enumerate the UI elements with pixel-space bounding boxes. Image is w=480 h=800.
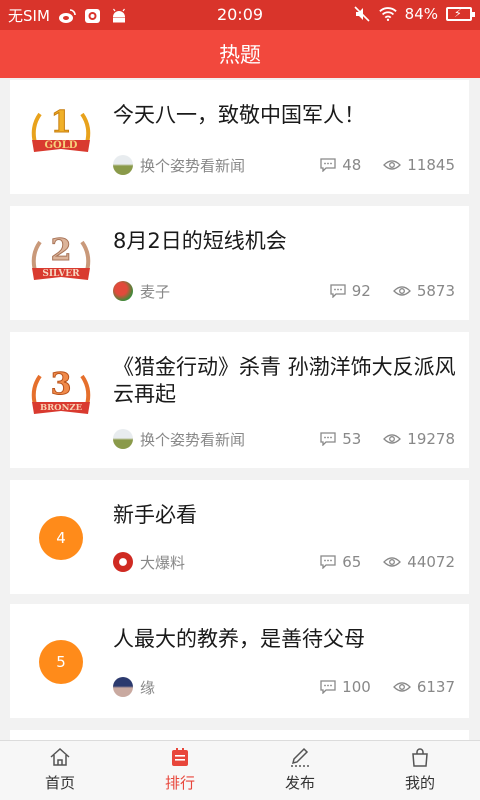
view-count-value: 19278 xyxy=(407,430,455,448)
eye-icon xyxy=(392,682,411,692)
comment-icon xyxy=(320,432,336,446)
tab-label: 发布 xyxy=(284,774,315,792)
comment-count: 92 xyxy=(330,282,371,300)
medal-word: GOLD xyxy=(45,140,78,151)
svg-text:3: 3 xyxy=(51,367,72,402)
comment-count: 100 xyxy=(320,678,371,696)
post-card[interactable]: 5 人最大的教养，是善待父母 缘 100 6137 xyxy=(10,604,469,718)
avatar[interactable] xyxy=(113,552,133,572)
view-count-value: 6137 xyxy=(416,678,455,696)
medal-word: SILVER xyxy=(42,269,80,279)
hot-topic-list[interactable]: 1 GOLD 今天八一，致敬中国军人！ 换个姿势看新闻 48 11845 2 S… xyxy=(0,78,480,740)
view-count: 6137 xyxy=(392,678,455,696)
status-bar: 无SIM 20:09 84% ⚡ xyxy=(0,0,480,30)
post-card[interactable]: 4 新手必看 大爆料 65 44072 xyxy=(10,480,469,594)
author-name[interactable]: 麦子 xyxy=(140,281,308,302)
comment-count-value: 65 xyxy=(342,553,362,571)
gold-medal-icon: 1 GOLD xyxy=(31,105,91,152)
author-name[interactable]: 大爆料 xyxy=(140,552,298,573)
eye-icon xyxy=(383,557,402,567)
view-count-value: 5873 xyxy=(416,282,455,300)
post-title[interactable]: 新手必看 xyxy=(113,502,461,529)
status-right: 84% ⚡ xyxy=(353,5,475,23)
comment-count-value: 92 xyxy=(351,282,371,300)
avatar[interactable] xyxy=(113,677,133,697)
rank-badge: 4 xyxy=(39,516,83,560)
view-count-value: 44072 xyxy=(407,553,455,571)
post-meta: 换个姿势看新闻 53 19278 xyxy=(113,429,455,449)
comment-icon xyxy=(320,555,336,569)
svg-text:2: 2 xyxy=(51,233,72,268)
comment-icon xyxy=(320,158,336,172)
post-meta: 大爆料 65 44072 xyxy=(113,552,455,572)
comment-count-value: 53 xyxy=(342,430,362,448)
eye-icon xyxy=(383,160,402,170)
comment-count: 65 xyxy=(320,553,361,571)
comment-count: 53 xyxy=(320,430,361,448)
tab-label: 首页 xyxy=(44,774,75,792)
eye-icon xyxy=(383,434,402,444)
post-card[interactable] xyxy=(10,730,469,740)
battery-icon: ⚡ xyxy=(446,7,475,21)
author-name[interactable]: 缘 xyxy=(140,677,298,698)
post-title[interactable]: 今天八一，致敬中国军人！ xyxy=(113,102,461,129)
post-title[interactable]: 人最大的教养，是善待父母 xyxy=(113,626,461,653)
title-bar: 热题 xyxy=(0,30,480,78)
avatar[interactable] xyxy=(113,429,133,449)
bag-icon xyxy=(412,748,428,767)
battery-percent: 84% xyxy=(404,5,438,23)
pencil-icon xyxy=(291,747,309,767)
tab-publish[interactable]: 发布 xyxy=(240,741,360,800)
bottom-tab-bar: 首页 排行 发布 我的 xyxy=(0,740,480,800)
author-name[interactable]: 换个姿势看新闻 xyxy=(140,155,298,176)
tab-ranking[interactable]: 排行 xyxy=(120,741,240,800)
post-meta: 麦子 92 5873 xyxy=(113,281,455,301)
view-count: 5873 xyxy=(392,282,455,300)
post-meta: 换个姿势看新闻 48 11845 xyxy=(113,155,455,175)
comment-icon xyxy=(320,680,336,694)
author-name[interactable]: 换个姿势看新闻 xyxy=(140,429,298,450)
ranking-icon xyxy=(172,748,188,766)
avatar[interactable] xyxy=(113,155,133,175)
silver-medal-icon: 2 SILVER xyxy=(31,233,91,280)
bronze-medal-icon: 3 BRONZE xyxy=(31,367,91,414)
post-card[interactable]: 3 BRONZE 《猎金行动》杀青 孙渤洋饰大反派风云再起 换个姿势看新闻 53… xyxy=(10,332,469,468)
view-count: 19278 xyxy=(383,430,455,448)
post-card[interactable]: 1 GOLD 今天八一，致敬中国军人！ 换个姿势看新闻 48 11845 xyxy=(10,80,469,194)
post-card[interactable]: 2 SILVER 8月2日的短线机会 麦子 92 5873 xyxy=(10,206,469,320)
tab-label: 排行 xyxy=(164,774,195,792)
comment-count: 48 xyxy=(320,156,361,174)
post-meta: 缘 100 6137 xyxy=(113,677,455,697)
home-icon xyxy=(50,747,70,766)
rank-badge: 5 xyxy=(39,640,83,684)
medal-word: BRONZE xyxy=(40,403,83,413)
eye-icon xyxy=(392,286,411,296)
svg-text:1: 1 xyxy=(51,105,72,140)
comment-count-value: 100 xyxy=(342,678,371,696)
post-title[interactable]: 8月2日的短线机会 xyxy=(113,228,461,255)
tab-mine[interactable]: 我的 xyxy=(360,741,480,800)
mute-icon xyxy=(354,6,370,22)
post-title[interactable]: 《猎金行动》杀青 孙渤洋饰大反派风云再起 xyxy=(113,354,461,408)
tab-label: 我的 xyxy=(404,774,435,792)
avatar[interactable] xyxy=(113,281,133,301)
view-count: 44072 xyxy=(383,553,455,571)
view-count: 11845 xyxy=(383,156,455,174)
comment-icon xyxy=(330,284,346,298)
tab-home[interactable]: 首页 xyxy=(0,741,120,800)
wifi-icon xyxy=(378,7,397,22)
view-count-value: 11845 xyxy=(407,156,455,174)
comment-count-value: 48 xyxy=(342,156,362,174)
page-title: 热题 xyxy=(219,43,261,67)
